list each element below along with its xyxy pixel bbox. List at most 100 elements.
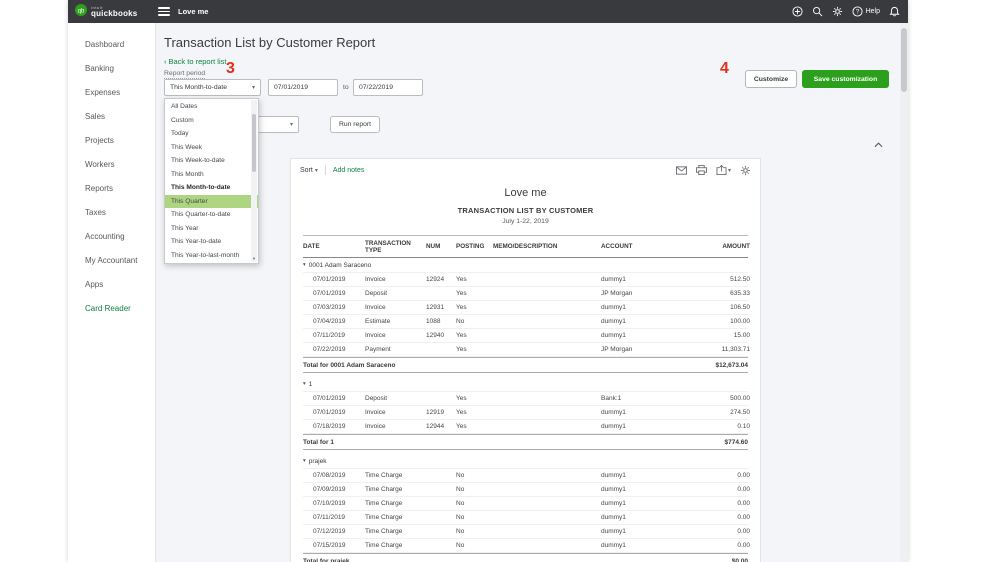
run-report-button[interactable]: Run report <box>330 116 380 133</box>
sidebar-item-apps[interactable]: Apps <box>68 273 155 297</box>
report-settings-gear-icon[interactable] <box>740 165 751 176</box>
table-cell: Deposit <box>365 392 426 405</box>
sort-button[interactable]: Sort ▾ <box>300 167 318 174</box>
table-row[interactable]: 07/03/2019Invoice12931Yesdummy1106.50 <box>303 301 748 315</box>
table-row[interactable]: 07/04/2019Estimate1088Nodummy1100.00 <box>303 315 748 329</box>
dropdown-option[interactable]: This Year-to-date <box>165 235 258 249</box>
table-cell <box>493 410 601 416</box>
dropdown-option[interactable]: This Quarter <box>165 195 258 209</box>
sidebar-item-dashboard[interactable]: Dashboard <box>68 33 155 57</box>
collapse-filters-chevron-icon[interactable] <box>874 135 883 153</box>
search-icon[interactable] <box>812 6 823 17</box>
email-icon[interactable] <box>676 166 687 175</box>
to-label: to <box>343 84 349 91</box>
create-plus-icon[interactable] <box>792 6 803 17</box>
help-button[interactable]: ? Help <box>852 6 880 17</box>
table-row[interactable]: 07/08/2019Time ChargeNodummy10.00 <box>303 469 748 483</box>
table-cell: Invoice <box>365 273 426 286</box>
save-customization-button[interactable]: Save customization <box>802 70 889 88</box>
sidebar-item-sales[interactable]: Sales <box>68 105 155 129</box>
report-toolbar: Sort ▾ Add notes <box>291 159 760 181</box>
table-row[interactable]: 07/01/2019Invoice12919Yesdummy1274.50 <box>303 406 748 420</box>
customize-button[interactable]: Customize <box>745 70 797 88</box>
page-scrollbar-thumb[interactable] <box>901 28 907 92</box>
dropdown-option[interactable]: This Month <box>165 168 258 182</box>
back-to-report-list-link[interactable]: ‹ Back to report list <box>164 57 226 66</box>
dropdown-option[interactable]: All Dates <box>165 100 258 114</box>
dropdown-option[interactable]: Today <box>165 127 258 141</box>
back-link-label: Back to report list <box>169 57 227 66</box>
add-notes-link[interactable]: Add notes <box>333 167 365 174</box>
dropdown-option[interactable]: This Month-to-date <box>165 181 258 195</box>
table-row[interactable]: 07/22/2019PaymentYesJP Morgan11,303.71 <box>303 343 748 357</box>
table-row[interactable]: 07/12/2019Time ChargeNodummy10.00 <box>303 525 748 539</box>
table-row[interactable]: 07/01/2019DepositYesBank:1500.00 <box>303 392 748 406</box>
sidebar-item-workers[interactable]: Workers <box>68 153 155 177</box>
hamburger-menu-icon[interactable] <box>158 7 170 16</box>
collapse-caret-icon[interactable]: ▾ <box>303 262 306 268</box>
group-header-row[interactable]: ▾prajek <box>303 454 748 469</box>
dropdown-option[interactable]: This Quarter-to-date <box>165 208 258 222</box>
scroll-down-arrow-icon[interactable]: ▼ <box>251 256 257 261</box>
group-header-row[interactable]: ▾0001 Adam Saraceno <box>303 258 748 273</box>
table-cell: 07/15/2019 <box>303 539 365 552</box>
sidebar-item-my-accountant[interactable]: My Accountant <box>68 249 155 273</box>
dropdown-option[interactable]: This Week <box>165 141 258 155</box>
table-cell: Invoice <box>365 329 426 342</box>
dropdown-option[interactable]: Custom <box>165 114 258 128</box>
sidebar-item-reports[interactable]: Reports <box>68 177 155 201</box>
table-row[interactable]: 07/11/2019Time ChargeNodummy10.00 <box>303 511 748 525</box>
table-cell: 0.00 <box>691 511 750 524</box>
collapse-caret-icon[interactable]: ▾ <box>303 381 306 387</box>
sidebar-item-taxes[interactable]: Taxes <box>68 201 155 225</box>
table-cell: Time Charge <box>365 497 426 510</box>
collapse-caret-icon[interactable]: ▾ <box>303 458 306 464</box>
table-cell: 07/08/2019 <box>303 469 365 482</box>
dropdown-scrollbar[interactable]: ▼ <box>251 100 257 262</box>
start-date-input[interactable] <box>268 79 338 96</box>
quickbooks-label: quickbooks <box>91 10 137 18</box>
table-row[interactable]: 07/10/2019Time ChargeNodummy10.00 <box>303 497 748 511</box>
quickbooks-logo[interactable]: qb intuit quickbooks <box>68 3 156 21</box>
table-row[interactable]: 07/15/2019Time ChargeNodummy10.00 <box>303 539 748 553</box>
table-cell: 12924 <box>426 273 456 286</box>
table-cell: Time Charge <box>365 511 426 524</box>
report-period-label: Report period <box>164 70 205 79</box>
report-card: Sort ▾ Add notes <box>290 158 761 562</box>
table-cell <box>493 501 601 507</box>
sidebar-item-banking[interactable]: Banking <box>68 57 155 81</box>
table-cell: 07/03/2019 <box>303 301 365 314</box>
dropdown-option[interactable]: This Year-to-last-month <box>165 249 258 263</box>
sidebar-item-card-reader[interactable]: Card Reader <box>68 297 155 321</box>
table-cell: dummy1 <box>601 273 691 286</box>
table-cell: 100.00 <box>691 315 750 328</box>
table-row[interactable]: 07/01/2019DepositYesJP Morgan635.33 <box>303 287 748 301</box>
group-header-row[interactable]: ▾1 <box>303 377 748 392</box>
table-cell: dummy1 <box>601 469 691 482</box>
page-scrollbar[interactable] <box>900 23 908 562</box>
table-row[interactable]: 07/18/2019Invoice12944Yesdummy10.10 <box>303 420 748 434</box>
table-cell <box>493 529 601 535</box>
export-icon[interactable]: ▾ <box>716 165 731 175</box>
end-date-input[interactable] <box>353 79 423 96</box>
dropdown-option[interactable]: This Year <box>165 222 258 236</box>
gear-icon[interactable] <box>832 6 843 17</box>
table-cell: Deposit <box>365 287 426 300</box>
sidebar-item-accounting[interactable]: Accounting <box>68 225 155 249</box>
table-cell: 12944 <box>426 420 456 433</box>
table-row[interactable]: 07/01/2019Invoice12924Yesdummy1512.50 <box>303 273 748 287</box>
report-period-select[interactable]: This Month-to-date ▾ <box>164 79 261 96</box>
sidebar-item-projects[interactable]: Projects <box>68 129 155 153</box>
table-cell: Yes <box>456 406 493 419</box>
group-name: 0001 Adam Saraceno <box>309 262 372 269</box>
dropdown-scrollbar-thumb[interactable] <box>252 114 256 172</box>
table-cell: 07/09/2019 <box>303 483 365 496</box>
table-cell: Yes <box>456 392 493 405</box>
dropdown-option[interactable]: This Week-to-date <box>165 154 258 168</box>
print-icon[interactable] <box>696 165 707 175</box>
report-table-header: DATETRANSACTION TYPENUMPOSTINGMEMO/DESCR… <box>303 235 748 258</box>
notifications-bell-icon[interactable] <box>889 6 900 17</box>
table-row[interactable]: 07/11/2019Invoice12940Yesdummy115.00 <box>303 329 748 343</box>
table-row[interactable]: 07/09/2019Time ChargeNodummy10.00 <box>303 483 748 497</box>
sidebar-item-expenses[interactable]: Expenses <box>68 81 155 105</box>
